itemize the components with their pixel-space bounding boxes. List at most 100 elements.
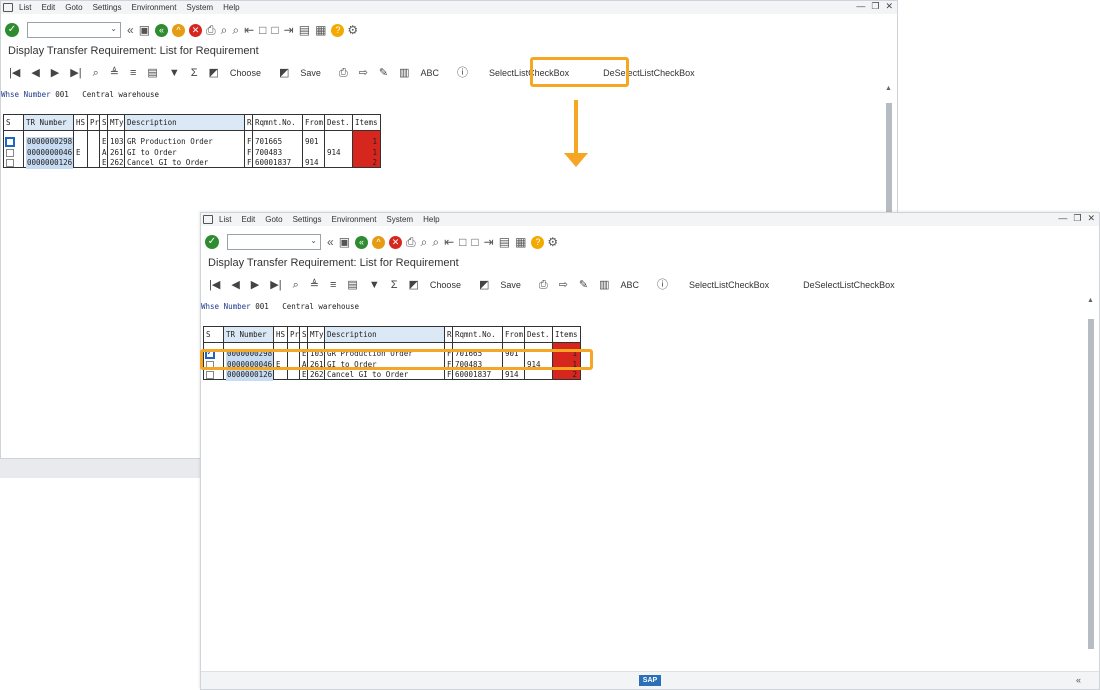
- gear-icon[interactable]: ⚙: [347, 22, 358, 38]
- choose-button[interactable]: Choose: [230, 68, 261, 78]
- print-icon[interactable]: ⎙: [206, 22, 216, 38]
- cancel-icon[interactable]: ✕: [189, 23, 203, 37]
- cancel-icon[interactable]: ✕: [389, 235, 403, 249]
- col-header-from[interactable]: From: [503, 327, 525, 342]
- command-field[interactable]: ⌄: [227, 234, 321, 250]
- menu-environment[interactable]: Environment: [132, 3, 177, 12]
- word-icon[interactable]: ✎: [579, 278, 588, 292]
- restore-icon[interactable]: ❐: [1073, 213, 1081, 224]
- enter-check-icon[interactable]: ✓: [5, 23, 19, 37]
- next-page-icon[interactable]: □: [471, 234, 478, 250]
- col-header-r[interactable]: R: [245, 115, 253, 130]
- row-checkbox[interactable]: [206, 371, 214, 379]
- layout-icon[interactable]: ▤: [147, 66, 157, 80]
- menu-settings[interactable]: Settings: [93, 3, 122, 12]
- scroll-up-icon[interactable]: ▲: [1087, 297, 1094, 304]
- print-preview-icon[interactable]: ⎙: [339, 66, 348, 80]
- sort-descending-icon[interactable]: ≡: [130, 66, 136, 80]
- col-header-description[interactable]: Description: [125, 115, 245, 130]
- col-header-hs[interactable]: HS: [74, 115, 88, 130]
- row-checkbox[interactable]: [6, 159, 14, 167]
- col-header-pr[interactable]: Pr: [288, 327, 300, 342]
- layout-icon[interactable]: ▤: [347, 278, 357, 292]
- prev-page-icon[interactable]: □: [259, 22, 266, 38]
- spreadsheet-icon[interactable]: ▥: [599, 278, 609, 292]
- help-icon[interactable]: ?: [531, 235, 545, 249]
- print-preview-icon[interactable]: ⎙: [539, 278, 548, 292]
- col-header-from[interactable]: From: [303, 115, 325, 130]
- col-header-mty[interactable]: MTy: [108, 115, 125, 130]
- col-header-s[interactable]: S: [4, 115, 24, 130]
- col-header-dest[interactable]: Dest.: [325, 115, 353, 130]
- menu-settings[interactable]: Settings: [293, 215, 322, 224]
- first-page-icon[interactable]: ⇤: [244, 22, 254, 38]
- shortcut-icon[interactable]: ▦: [515, 234, 526, 250]
- minimize-icon[interactable]: —: [856, 1, 865, 12]
- save-icon[interactable]: ◩: [479, 278, 489, 292]
- save-button[interactable]: Save: [500, 280, 521, 290]
- menu-edit[interactable]: Edit: [241, 215, 255, 224]
- menu-help[interactable]: Help: [423, 215, 439, 224]
- row-select-cell[interactable]: [4, 137, 23, 148]
- filter-icon[interactable]: ▼: [169, 66, 180, 80]
- chevron-down-icon[interactable]: ⌄: [110, 24, 117, 33]
- tr-number-value[interactable]: 0000000126: [26, 158, 73, 169]
- choose-icon[interactable]: ◩: [409, 278, 419, 292]
- details-icon[interactable]: ⌕: [293, 278, 299, 292]
- sum-icon[interactable]: Σ: [191, 66, 198, 80]
- next-page-icon[interactable]: □: [271, 22, 278, 38]
- back-icon[interactable]: «: [355, 235, 369, 249]
- abc-button[interactable]: ABC: [621, 280, 640, 290]
- choose-button[interactable]: Choose: [430, 280, 461, 290]
- last-page-icon[interactable]: ⇥: [484, 234, 494, 250]
- export-icon[interactable]: ⇨: [559, 278, 568, 292]
- col-header-mty[interactable]: MTy: [308, 327, 325, 342]
- col-header-status[interactable]: S: [100, 115, 108, 130]
- menu-help[interactable]: Help: [223, 3, 239, 12]
- close-icon[interactable]: ✕: [1087, 213, 1095, 224]
- filter-icon[interactable]: ▼: [369, 278, 380, 292]
- first-page-icon[interactable]: ⇤: [444, 234, 454, 250]
- close-icon[interactable]: ✕: [885, 1, 893, 12]
- tr-number-value[interactable]: 0000000046: [26, 147, 73, 158]
- col-header-s[interactable]: S: [204, 327, 224, 342]
- menu-edit[interactable]: Edit: [41, 3, 55, 12]
- menu-environment[interactable]: Environment: [332, 215, 377, 224]
- chevron-down-icon[interactable]: ⌄: [310, 236, 317, 245]
- prev-page-icon[interactable]: □: [459, 234, 466, 250]
- vertical-scrollbar[interactable]: ▲: [1087, 297, 1095, 679]
- first-icon[interactable]: |◀: [209, 278, 220, 292]
- select-list-checkbox-button[interactable]: SelectListCheckBox: [685, 280, 773, 290]
- last-icon[interactable]: ▶|: [70, 66, 81, 80]
- choose-icon[interactable]: ◩: [209, 66, 219, 80]
- exit-icon[interactable]: ^: [372, 235, 386, 249]
- back-icon[interactable]: «: [155, 23, 169, 37]
- word-icon[interactable]: ✎: [379, 66, 388, 80]
- deselect-list-checkbox-button[interactable]: DeSelectListCheckBox: [803, 280, 895, 290]
- abc-button[interactable]: ABC: [421, 68, 440, 78]
- sum-icon[interactable]: Σ: [391, 278, 398, 292]
- save-disk-icon[interactable]: ▣: [139, 22, 150, 38]
- enter-check-icon[interactable]: ✓: [205, 235, 219, 249]
- shortcut-icon[interactable]: ▦: [315, 22, 326, 38]
- menu-system[interactable]: System: [186, 3, 213, 12]
- minimize-icon[interactable]: —: [1058, 213, 1067, 224]
- menu-goto[interactable]: Goto: [65, 3, 82, 12]
- next-icon[interactable]: ▶: [51, 66, 59, 80]
- print-icon[interactable]: ⎙: [406, 234, 416, 250]
- col-header-hs[interactable]: HS: [274, 327, 288, 342]
- col-header-items[interactable]: Items: [553, 327, 580, 342]
- tr-number-value[interactable]: 0000000126: [226, 370, 273, 381]
- sort-ascending-icon[interactable]: ≜: [310, 278, 319, 292]
- last-icon[interactable]: ▶|: [270, 278, 281, 292]
- col-header-status[interactable]: S: [300, 327, 308, 342]
- col-header-dest[interactable]: Dest.: [525, 327, 553, 342]
- previous-icon[interactable]: ◀: [231, 278, 239, 292]
- row-select-cell[interactable]: [4, 148, 23, 159]
- collapse-icon[interactable]: «: [1076, 675, 1081, 685]
- scroll-up-icon[interactable]: ▲: [885, 85, 892, 92]
- exit-icon[interactable]: ^: [172, 23, 186, 37]
- restore-icon[interactable]: ❐: [871, 1, 879, 12]
- gear-icon[interactable]: ⚙: [547, 234, 558, 250]
- sort-descending-icon[interactable]: ≡: [330, 278, 336, 292]
